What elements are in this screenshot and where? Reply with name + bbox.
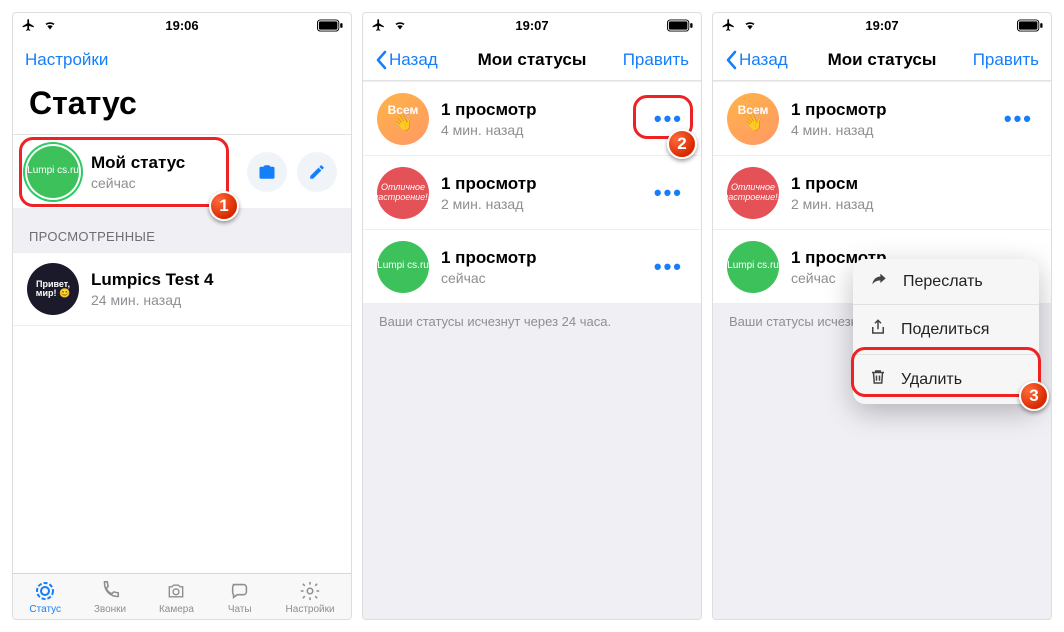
my-status-row[interactable]: Lumpi cs.ru Мой статус сейчас <box>13 135 351 209</box>
page-title: Статус <box>13 81 351 135</box>
pencil-button[interactable] <box>297 152 337 192</box>
calls-tab-icon <box>97 580 123 602</box>
tab-settings-label: Настройки <box>286 604 335 615</box>
navbar: Настройки <box>13 37 351 81</box>
tab-chats-label: Чаты <box>228 604 252 615</box>
status-row[interactable]: Отличное настроение!!! 1 просм 2 мин. наза… <box>713 155 1051 229</box>
edit-button[interactable]: Править <box>973 50 1039 70</box>
edit-button[interactable]: Править <box>623 50 689 70</box>
status-avatar: Всем👋 <box>727 93 779 145</box>
my-status-sub: сейчас <box>91 175 235 191</box>
tab-settings[interactable]: Настройки <box>286 580 335 615</box>
tab-camera[interactable]: Камера <box>159 580 194 615</box>
airplane-icon <box>21 18 36 32</box>
status-row-sub: 4 мин. назад <box>791 122 988 138</box>
status-row[interactable]: Всем👋 1 просмотр 4 мин. назад ••• <box>713 81 1051 155</box>
more-button[interactable]: ••• <box>650 248 687 286</box>
back-button[interactable]: Назад <box>725 50 788 70</box>
status-row[interactable]: Всем👋 1 просмотр 4 мин. назад ••• <box>363 81 701 155</box>
status-bar: 19:06 <box>13 13 351 37</box>
screen-status: 19:06 Настройки Статус Lumpi cs.ru Мой с… <box>12 12 352 620</box>
popover-share[interactable]: Поделиться <box>853 304 1039 354</box>
status-bar: 19:07 <box>713 13 1051 37</box>
popover-delete[interactable]: Удалить <box>853 354 1039 404</box>
settings-tab-icon <box>297 580 323 602</box>
battery-icon <box>1017 19 1043 32</box>
viewed-avatar: Привет, мир! 😊 <box>27 263 79 315</box>
tab-calls[interactable]: Звонки <box>94 580 126 615</box>
airplane-icon <box>371 18 386 32</box>
viewed-status-row[interactable]: Привет, мир! 😊 Lumpics Test 4 24 мин. на… <box>13 252 351 326</box>
status-row-title: 1 просм <box>791 174 1037 194</box>
status-avatar: Отличное настроение!!! <box>727 167 779 219</box>
status-row-title: 1 просмотр <box>791 100 988 120</box>
wifi-icon <box>392 19 408 31</box>
status-row-sub: сейчас <box>441 270 638 286</box>
popover-forward[interactable]: Переслать <box>853 259 1039 304</box>
navbar-title: Мои статусы <box>478 50 587 70</box>
wifi-icon <box>742 19 758 31</box>
wifi-icon <box>42 19 58 31</box>
settings-link[interactable]: Настройки <box>25 50 108 70</box>
content: Lumpi cs.ru Мой статус сейчас ПРОСМОТРЕН… <box>13 135 351 573</box>
back-button[interactable]: Назад <box>375 50 438 70</box>
my-status-avatar: Lumpi cs.ru <box>27 146 79 198</box>
back-label: Назад <box>739 50 788 70</box>
clock: 19:07 <box>515 18 548 33</box>
viewed-title: Lumpics Test 4 <box>91 270 337 290</box>
status-row-sub: 4 мин. назад <box>441 122 638 138</box>
popover-share-label: Поделиться <box>901 321 989 339</box>
clock: 19:07 <box>865 18 898 33</box>
tab-chats[interactable]: Чаты <box>227 580 253 615</box>
status-row-title: 1 просмотр <box>441 248 638 268</box>
my-status-title: Мой статус <box>91 153 235 173</box>
tab-camera-label: Камера <box>159 604 194 615</box>
status-avatar: Lumpi cs.ru <box>377 241 429 293</box>
status-bar: 19:07 <box>363 13 701 37</box>
content: Всем👋1 просмотр4 мин. назад•••Отличное н… <box>363 81 701 619</box>
status-tab-icon <box>32 580 58 602</box>
battery-icon <box>317 19 343 32</box>
status-avatar: Lumpi cs.ru <box>727 241 779 293</box>
tab-calls-label: Звонки <box>94 604 126 615</box>
status-row[interactable]: Отличное настроение!!! 1 просмотр 2 мин. н… <box>363 155 701 229</box>
status-row-sub: 2 мин. назад <box>791 196 1037 212</box>
status-avatar: Отличное настроение!!! <box>377 167 429 219</box>
camera-button[interactable] <box>247 152 287 192</box>
status-row-title: 1 просмотр <box>441 174 638 194</box>
content: Всем👋 1 просмотр 4 мин. назад ••• Отличное н… <box>713 81 1051 619</box>
forward-icon <box>869 271 889 292</box>
back-label: Назад <box>389 50 438 70</box>
status-row-sub: 2 мин. назад <box>441 196 638 212</box>
airplane-icon <box>721 18 736 32</box>
navbar: Назад Мои статусы Править <box>363 37 701 81</box>
camera-tab-icon <box>163 580 189 602</box>
chats-tab-icon <box>227 580 253 602</box>
action-popover: Переслать Поделиться Удалить <box>853 259 1039 404</box>
trash-icon <box>869 367 887 392</box>
status-row[interactable]: Lumpi cs.ru 1 просмотр сейчас ••• <box>363 229 701 303</box>
tab-status-label: Статус <box>29 604 61 615</box>
navbar-title: Мои статусы <box>828 50 937 70</box>
viewed-sub: 24 мин. назад <box>91 292 337 308</box>
more-button[interactable]: ••• <box>650 174 687 212</box>
more-button[interactable]: ••• <box>650 100 687 138</box>
clock: 19:06 <box>165 18 198 33</box>
viewed-header: ПРОСМОТРЕННЫЕ <box>13 209 351 252</box>
share-icon <box>869 317 887 342</box>
screen-my-statuses-menu: 19:07 Назад Мои статусы Править Всем👋 1 п… <box>712 12 1052 620</box>
popover-delete-label: Удалить <box>901 371 962 389</box>
navbar: Назад Мои статусы Править <box>713 37 1051 81</box>
more-button[interactable]: ••• <box>1000 100 1037 138</box>
status-avatar: Всем👋 <box>377 93 429 145</box>
hint-text: Ваши статусы исчезнут через 24 часа. <box>363 304 701 339</box>
status-row-title: 1 просмотр <box>441 100 638 120</box>
tab-status[interactable]: Статус <box>29 580 61 615</box>
screen-my-statuses: 19:07 Назад Мои статусы Править Всем👋 1 п… <box>362 12 702 620</box>
tabbar: Статус Звонки Камера Чаты Настройки <box>13 573 351 619</box>
popover-forward-label: Переслать <box>903 273 983 291</box>
battery-icon <box>667 19 693 32</box>
